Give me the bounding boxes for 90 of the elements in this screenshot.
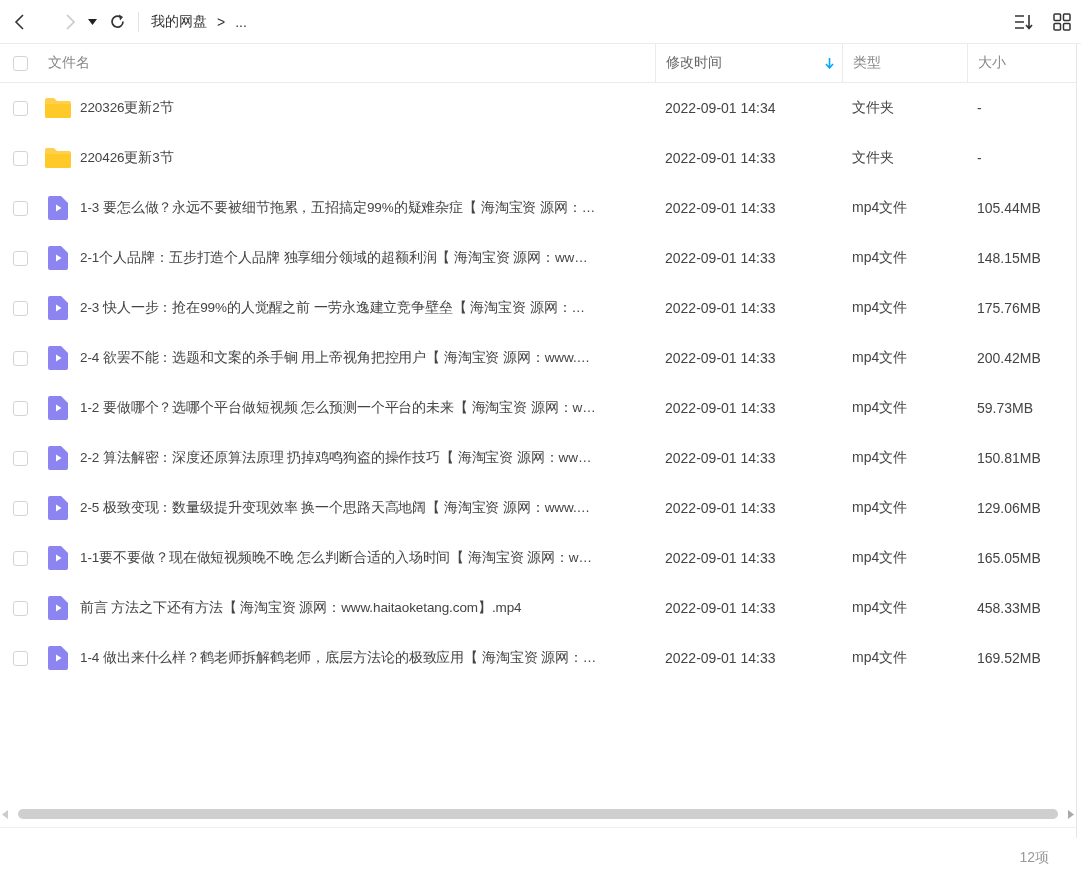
file-name[interactable]: 2-1个人品牌：五步打造个人品牌 独享细分领域的超额利润【 海淘宝资 源网：ww… xyxy=(80,249,655,267)
file-type: mp4文件 xyxy=(851,549,909,567)
file-name[interactable]: 2-2 算法解密：深度还原算法原理 扔掉鸡鸣狗盗的操作技巧【 海淘宝资 源网：ww… xyxy=(80,449,655,467)
modified-time: 2022-09-01 14:33 xyxy=(664,650,777,666)
file-name[interactable]: 220326更新2节 xyxy=(80,99,655,117)
video-file-icon xyxy=(48,346,68,370)
checkbox[interactable] xyxy=(12,400,28,416)
file-size: 169.52MB xyxy=(976,650,1042,666)
file-type: mp4文件 xyxy=(851,249,909,267)
file-name[interactable]: 2-4 欲罢不能：选题和文案的杀手锏 用上帝视角把控用户【 海淘宝资 源网：www.… xyxy=(80,349,655,367)
checkbox[interactable] xyxy=(12,350,28,366)
folder-icon xyxy=(45,98,71,118)
file-type: mp4文件 xyxy=(851,649,909,667)
file-size: 200.42MB xyxy=(976,350,1042,366)
video-file-icon xyxy=(48,646,68,670)
video-file-icon xyxy=(48,596,68,620)
checkbox[interactable] xyxy=(12,250,28,266)
file-name[interactable]: 1-2 要做哪个？选哪个平台做短视频 怎么预测一个平台的未来【 海淘宝资 源网：w… xyxy=(80,399,655,417)
sort-icon[interactable] xyxy=(1013,12,1035,31)
checkbox[interactable] xyxy=(12,600,28,616)
modified-time: 2022-09-01 14:33 xyxy=(664,450,777,466)
file-type: mp4文件 xyxy=(851,349,909,367)
modified-time: 2022-09-01 14:33 xyxy=(664,300,777,316)
file-name[interactable]: 1-1要不要做？现在做短视频晚不晚 怎么判断合适的入场时间【 海淘宝资 源网：w… xyxy=(80,549,655,567)
breadcrumb-item[interactable]: > xyxy=(217,13,226,30)
column-header[interactable]: 修改时间 xyxy=(666,54,722,72)
file-name[interactable]: 1-4 做出来什么样？鹤老师拆解鹤老师，底层方法论的极致应用【 海淘宝资 源网：… xyxy=(80,649,655,667)
file-type: 文件夹 xyxy=(851,99,895,117)
dropdown-caret-icon[interactable] xyxy=(88,18,97,25)
file-size: 150.81MB xyxy=(976,450,1042,466)
checkbox[interactable] xyxy=(12,450,28,466)
grid-view-icon[interactable] xyxy=(1053,12,1071,31)
breadcrumb-item[interactable]: 我的网盘 xyxy=(151,12,207,31)
item-count: 12项 xyxy=(1019,849,1049,867)
breadcrumb-item[interactable]: ... xyxy=(235,13,247,30)
video-file-icon xyxy=(48,546,68,570)
video-file-icon xyxy=(48,196,68,220)
file-type: mp4文件 xyxy=(851,599,909,617)
modified-time: 2022-09-01 14:33 xyxy=(664,200,777,216)
video-file-icon xyxy=(48,446,68,470)
video-file-icon xyxy=(48,396,68,420)
scroll-right-icon[interactable] xyxy=(1068,809,1074,819)
file-type: 文件夹 xyxy=(851,149,895,167)
checkbox[interactable] xyxy=(12,300,28,316)
column-header[interactable]: 大小 xyxy=(978,54,1006,72)
checkbox[interactable] xyxy=(12,500,28,516)
scrollbar-thumb[interactable] xyxy=(18,809,1058,819)
modified-time: 2022-09-01 14:33 xyxy=(664,400,777,416)
checkbox[interactable] xyxy=(12,650,28,666)
refresh-icon[interactable] xyxy=(109,13,126,30)
video-file-icon xyxy=(48,296,68,320)
file-size: - xyxy=(976,150,983,166)
file-name[interactable]: 1-3 要怎么做？永远不要被细节拖累，五招搞定99%的疑难杂症【 海淘宝资 源网：… xyxy=(80,199,655,217)
modified-time: 2022-09-01 14:33 xyxy=(664,250,777,266)
modified-time: 2022-09-01 14:33 xyxy=(664,600,777,616)
video-file-icon xyxy=(48,496,68,520)
checkbox[interactable] xyxy=(12,150,28,166)
video-file-icon xyxy=(48,246,68,270)
back-icon[interactable] xyxy=(14,12,26,31)
file-size: 165.05MB xyxy=(976,550,1042,566)
checkbox[interactable] xyxy=(12,100,28,116)
folder-icon xyxy=(45,148,71,168)
column-header[interactable]: 文件名 xyxy=(48,54,90,72)
modified-time: 2022-09-01 14:34 xyxy=(664,100,777,116)
checkbox[interactable] xyxy=(12,55,28,71)
sort-arrow-icon[interactable] xyxy=(825,57,834,69)
column-header[interactable]: 类型 xyxy=(853,54,881,72)
checkbox[interactable] xyxy=(12,550,28,566)
file-name[interactable]: 2-5 极致变现：数量级提升变现效率 换一个思路天高地阔【 海淘宝资 源网：www.… xyxy=(80,499,655,517)
file-size: 105.44MB xyxy=(976,200,1042,216)
file-size: 59.73MB xyxy=(976,400,1035,416)
file-type: mp4文件 xyxy=(851,499,909,517)
file-name[interactable]: 220426更新3节 xyxy=(80,149,655,167)
file-type: mp4文件 xyxy=(851,199,909,217)
scroll-left-icon[interactable] xyxy=(2,809,8,819)
file-size: 148.15MB xyxy=(976,250,1042,266)
file-size: 175.76MB xyxy=(976,300,1042,316)
modified-time: 2022-09-01 14:33 xyxy=(664,500,777,516)
file-name[interactable]: 前言 方法之下还有方法【 海淘宝资 源网：www.haitaoketang.com】.mp4 xyxy=(80,599,655,617)
file-type: mp4文件 xyxy=(851,299,909,317)
file-name[interactable]: 2-3 快人一步：抢在99%的人觉醒之前 一劳永逸建立竞争壁垒【 海淘宝资 源网：… xyxy=(80,299,655,317)
checkbox[interactable] xyxy=(12,200,28,216)
file-type: mp4文件 xyxy=(851,449,909,467)
file-type: mp4文件 xyxy=(851,399,909,417)
file-size: 129.06MB xyxy=(976,500,1042,516)
file-size: 458.33MB xyxy=(976,600,1042,616)
modified-time: 2022-09-01 14:33 xyxy=(664,350,777,366)
modified-time: 2022-09-01 14:33 xyxy=(664,550,777,566)
modified-time: 2022-09-01 14:33 xyxy=(664,150,777,166)
file-size: - xyxy=(976,100,983,116)
